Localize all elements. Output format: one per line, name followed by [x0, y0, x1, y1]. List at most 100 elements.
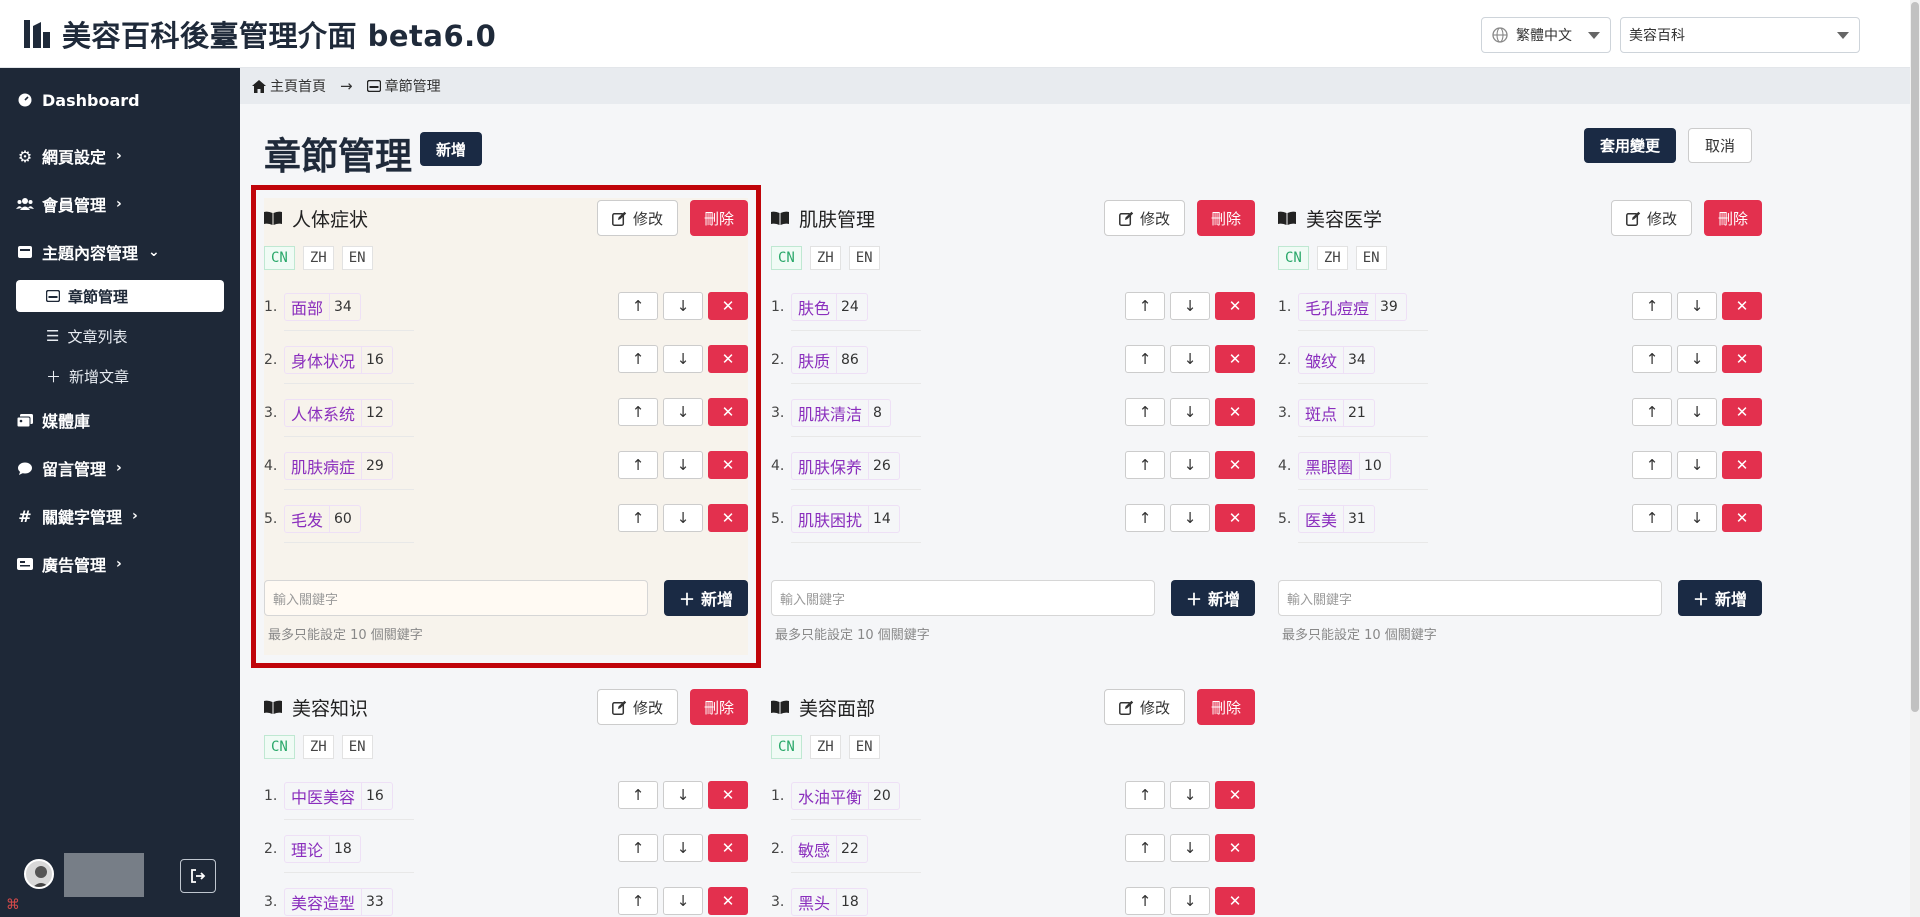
- avatar[interactable]: [24, 859, 54, 889]
- sidebar-subitem-sections[interactable]: 章節管理: [16, 280, 224, 312]
- remove-keyword-button[interactable]: ✕: [1215, 345, 1255, 373]
- keyword-tag[interactable]: 黑眼圈 10: [1298, 451, 1391, 480]
- remove-keyword-button[interactable]: ✕: [1722, 504, 1762, 532]
- remove-keyword-button[interactable]: ✕: [708, 398, 748, 426]
- delete-section-button[interactable]: 刪除: [1196, 200, 1255, 236]
- keyword-tag[interactable]: 中医美容 16: [284, 781, 393, 810]
- move-down-button[interactable]: ↓: [1170, 834, 1210, 862]
- remove-keyword-button[interactable]: ✕: [708, 781, 748, 809]
- move-up-button[interactable]: ↑: [1125, 345, 1165, 373]
- move-down-button[interactable]: ↓: [663, 345, 703, 373]
- page-scrollbar[interactable]: [1910, 0, 1920, 917]
- language-tab-cn[interactable]: CN: [771, 735, 802, 759]
- language-tab-en[interactable]: EN: [848, 735, 880, 759]
- move-down-button[interactable]: ↓: [663, 504, 703, 532]
- remove-keyword-button[interactable]: ✕: [708, 887, 748, 915]
- move-down-button[interactable]: ↓: [1677, 504, 1717, 532]
- move-down-button[interactable]: ↓: [1170, 451, 1210, 479]
- add-keyword-button[interactable]: ＋ 新增: [1678, 580, 1762, 616]
- sidebar-item-content[interactable]: 主題內容管理 ⌄: [0, 228, 240, 276]
- keyword-tag[interactable]: 肤质 86: [791, 345, 868, 374]
- move-up-button[interactable]: ↑: [1125, 504, 1165, 532]
- move-up-button[interactable]: ↑: [1632, 398, 1672, 426]
- language-tab-en[interactable]: EN: [341, 735, 373, 759]
- keyword-tag[interactable]: 毛发 60: [284, 504, 361, 533]
- keyword-tag[interactable]: 肌肤保养 26: [791, 451, 900, 480]
- language-select[interactable]: 繁體中文: [1481, 17, 1611, 53]
- language-tab-en[interactable]: EN: [341, 246, 373, 270]
- remove-keyword-button[interactable]: ✕: [1215, 292, 1255, 320]
- move-up-button[interactable]: ↑: [1632, 504, 1672, 532]
- keyword-tag[interactable]: 皱纹 34: [1298, 345, 1375, 374]
- remove-keyword-button[interactable]: ✕: [1722, 451, 1762, 479]
- delete-section-button[interactable]: 刪除: [689, 200, 748, 236]
- sidebar-item-keywords[interactable]: # 關鍵字管理 ›: [0, 492, 240, 540]
- scrollbar-thumb[interactable]: [1911, 2, 1919, 712]
- sidebar-subitem-articles[interactable]: ☰ 文章列表: [16, 316, 224, 356]
- language-tab-en[interactable]: EN: [848, 246, 880, 270]
- remove-keyword-button[interactable]: ✕: [1722, 398, 1762, 426]
- move-down-button[interactable]: ↓: [663, 887, 703, 915]
- remove-keyword-button[interactable]: ✕: [1722, 345, 1762, 373]
- keyword-tag[interactable]: 身体状况 16: [284, 345, 393, 374]
- delete-section-button[interactable]: 刪除: [689, 689, 748, 725]
- language-tab-cn[interactable]: CN: [264, 246, 295, 270]
- add-section-button[interactable]: 新增: [420, 132, 483, 166]
- remove-keyword-button[interactable]: ✕: [1215, 398, 1255, 426]
- move-down-button[interactable]: ↓: [1677, 345, 1717, 373]
- remove-keyword-button[interactable]: ✕: [1215, 887, 1255, 915]
- move-up-button[interactable]: ↑: [1125, 398, 1165, 426]
- language-tab-zh[interactable]: ZH: [302, 735, 334, 759]
- remove-keyword-button[interactable]: ✕: [1722, 292, 1762, 320]
- move-up-button[interactable]: ↑: [618, 451, 658, 479]
- move-up-button[interactable]: ↑: [618, 504, 658, 532]
- move-down-button[interactable]: ↓: [663, 292, 703, 320]
- move-up-button[interactable]: ↑: [1125, 292, 1165, 320]
- site-select[interactable]: 美容百科: [1620, 17, 1860, 53]
- sidebar-subitem-new-article[interactable]: ＋ 新增文章: [16, 356, 224, 396]
- edit-section-button[interactable]: 修改: [1610, 200, 1692, 236]
- move-up-button[interactable]: ↑: [618, 398, 658, 426]
- apply-changes-button[interactable]: 套用變更: [1584, 128, 1677, 163]
- language-tab-en[interactable]: EN: [1355, 246, 1387, 270]
- keyword-tag[interactable]: 毛孔痘痘 39: [1298, 292, 1407, 321]
- edit-section-button[interactable]: 修改: [596, 689, 678, 725]
- keyword-input[interactable]: 輸入關鍵字: [264, 580, 648, 616]
- sidebar-item-members[interactable]: 會員管理 ›: [0, 180, 240, 228]
- move-down-button[interactable]: ↓: [663, 451, 703, 479]
- remove-keyword-button[interactable]: ✕: [708, 504, 748, 532]
- keyword-tag[interactable]: 肌肤病症 29: [284, 451, 393, 480]
- move-down-button[interactable]: ↓: [1170, 781, 1210, 809]
- language-tab-zh[interactable]: ZH: [809, 735, 841, 759]
- language-tab-cn[interactable]: CN: [264, 735, 295, 759]
- move-down-button[interactable]: ↓: [1170, 345, 1210, 373]
- sidebar-item-ads[interactable]: 廣告管理 ›: [0, 540, 240, 588]
- move-down-button[interactable]: ↓: [1677, 451, 1717, 479]
- move-up-button[interactable]: ↑: [1632, 451, 1672, 479]
- keyword-tag[interactable]: 敏感 22: [791, 834, 868, 863]
- remove-keyword-button[interactable]: ✕: [708, 292, 748, 320]
- move-down-button[interactable]: ↓: [1677, 398, 1717, 426]
- sidebar-item-dashboard[interactable]: Dashboard: [0, 68, 240, 132]
- keyword-tag[interactable]: 肌肤清洁 8: [791, 398, 891, 427]
- remove-keyword-button[interactable]: ✕: [708, 345, 748, 373]
- keyword-tag[interactable]: 美容造型 33: [284, 887, 393, 916]
- keyword-tag[interactable]: 黑头 18: [791, 887, 868, 916]
- language-tab-cn[interactable]: CN: [771, 246, 802, 270]
- logout-button[interactable]: [180, 859, 216, 893]
- move-up-button[interactable]: ↑: [1632, 345, 1672, 373]
- keyword-tag[interactable]: 水油平衡 20: [791, 781, 900, 810]
- move-up-button[interactable]: ↑: [618, 887, 658, 915]
- keyword-tag[interactable]: 人体系统 12: [284, 398, 393, 427]
- remove-keyword-button[interactable]: ✕: [708, 834, 748, 862]
- move-down-button[interactable]: ↓: [1170, 398, 1210, 426]
- move-up-button[interactable]: ↑: [1125, 781, 1165, 809]
- sidebar-item-media[interactable]: 媒體庫: [0, 396, 240, 444]
- move-down-button[interactable]: ↓: [663, 781, 703, 809]
- remove-keyword-button[interactable]: ✕: [708, 451, 748, 479]
- move-down-button[interactable]: ↓: [1170, 292, 1210, 320]
- move-down-button[interactable]: ↓: [1170, 504, 1210, 532]
- move-up-button[interactable]: ↑: [618, 834, 658, 862]
- move-up-button[interactable]: ↑: [1125, 451, 1165, 479]
- edit-section-button[interactable]: 修改: [1103, 200, 1185, 236]
